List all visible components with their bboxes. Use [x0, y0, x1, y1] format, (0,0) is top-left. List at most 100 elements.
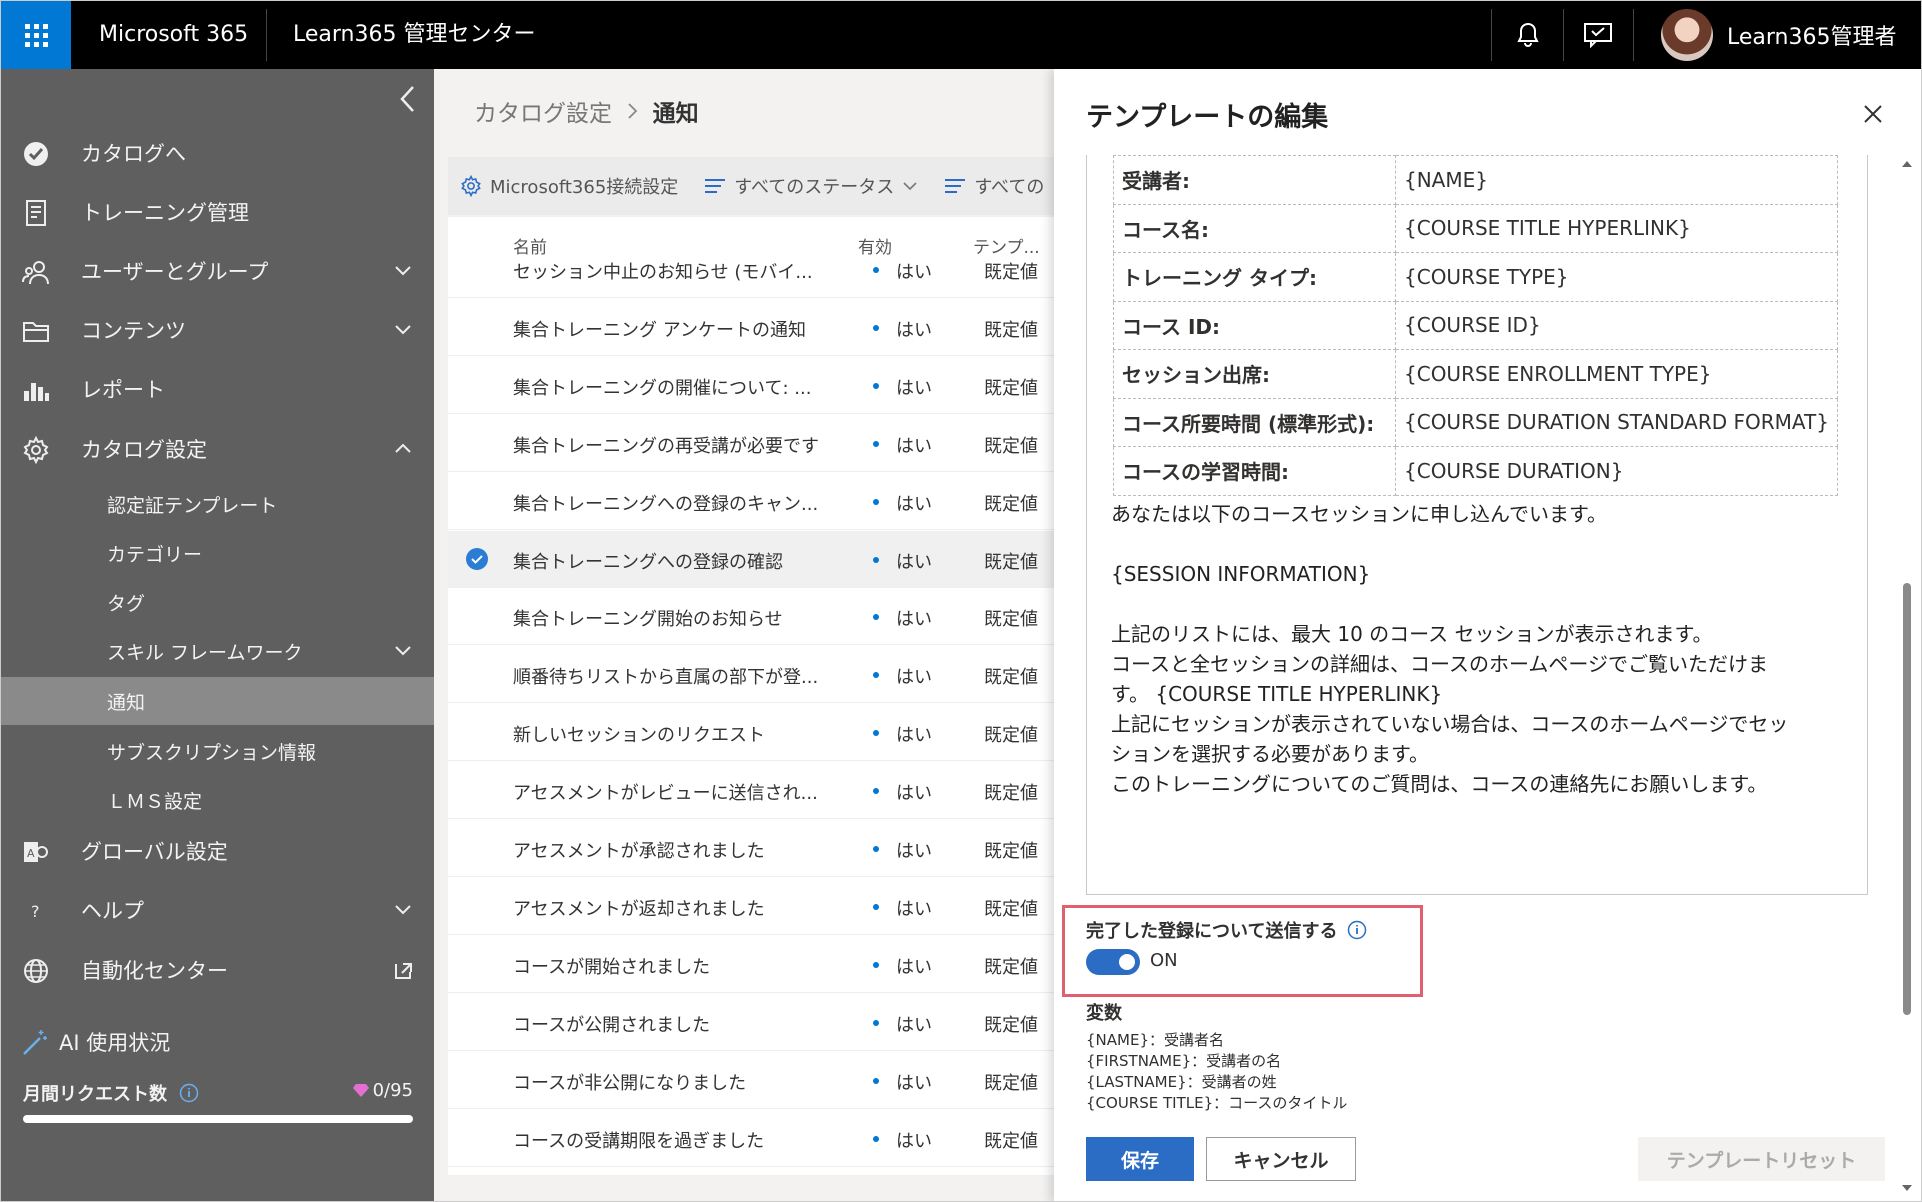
sidebar-sub-skill-framework[interactable]: スキル フレームワーク	[1, 627, 434, 675]
row-template: 既定値	[984, 667, 1038, 689]
table-row[interactable]: 集合トレーニングへの登録の確認 はい 既定値	[448, 530, 1054, 588]
info-table-row: 受講者: {NAME}	[1113, 155, 1838, 205]
info-icon[interactable]	[179, 1083, 199, 1103]
template-body-editor[interactable]: 受講者: {NAME} コース名: {COURSE TITLE HYPERLINK} ト…	[1086, 155, 1868, 895]
row-name[interactable]: コースの受講期限を過ぎました	[513, 1127, 833, 1153]
sidebar-item-contents[interactable]: コンテンツ	[1, 302, 434, 358]
info-table-row: セッション出席: {COURSE ENROLLMENT TYPE}	[1113, 349, 1838, 399]
list-toolbar: Microsoft365接続設定 すべてのステータス すべての	[448, 157, 1054, 215]
filter-lines-icon	[945, 179, 966, 193]
info-key: セッション出席:	[1113, 349, 1396, 399]
table-row[interactable]: アセスメントがレビューに送信され... はい 既定値	[448, 762, 1054, 820]
cancel-button[interactable]: キャンセル	[1206, 1137, 1356, 1181]
sidebar-sub-lms-settings[interactable]: ＬＭＳ設定	[1, 776, 434, 824]
template-edit-panel: テンプレートの編集 受講者: {NAME} コース名: {COURSE TITLE H…	[1054, 69, 1921, 1201]
panel-scrollbar[interactable]	[1900, 159, 1914, 1191]
sidebar-sub-label: サブスクリプション情報	[107, 741, 317, 764]
body-line: {SESSION INFORMATION}	[1111, 562, 1371, 586]
selected-check-icon[interactable]	[466, 547, 488, 570]
table-row[interactable]: 順番待ちリストから直属の部下が登... はい 既定値	[448, 646, 1054, 704]
sidebar-item-training[interactable]: トレーニング管理	[1, 184, 434, 240]
status-filter[interactable]: すべてのステータス	[704, 173, 918, 199]
row-template: 既定値	[984, 898, 1038, 920]
row-name[interactable]: コースが非公開になりました	[513, 1069, 833, 1095]
table-row[interactable]: コースが公開されました はい 既定値	[448, 994, 1054, 1051]
row-enabled: はい	[896, 1014, 932, 1036]
reset-template-button[interactable]: テンプレートリセット	[1638, 1137, 1885, 1181]
row-name[interactable]: アセスメントがレビューに送信され...	[513, 779, 833, 805]
row-template: 既定値	[984, 956, 1038, 978]
sidebar-item-label: グローバル設定	[81, 840, 228, 864]
row-name[interactable]: 集合トレーニングへの登録の確認	[513, 548, 833, 574]
collapse-sidebar-button[interactable]	[399, 85, 415, 120]
sidebar-item-users[interactable]: ユーザーとグループ	[1, 243, 434, 299]
row-name[interactable]: アセスメントが承認されました	[513, 837, 833, 863]
external-link-icon	[393, 956, 413, 988]
scroll-up-icon[interactable]	[1902, 159, 1912, 169]
template-body-text: あなたは以下のコースセッションに申し込んでいます。 {SESSION INFOR…	[1111, 499, 1861, 799]
sidebar-item-catalog[interactable]: カタログへ	[1, 125, 434, 181]
breadcrumb-parent[interactable]: カタログ設定	[474, 101, 612, 127]
table-row[interactable]: アセスメントが承認されました はい 既定値	[448, 820, 1054, 877]
row-name[interactable]: 新しいセッションのリクエスト	[513, 721, 833, 747]
scroll-down-icon[interactable]	[1902, 1183, 1912, 1193]
row-name[interactable]: コースが開始されました	[513, 953, 833, 979]
avatar	[1661, 9, 1713, 61]
status-dot	[873, 1135, 879, 1142]
send-on-complete-label: 完了した登録について送信する	[1086, 917, 1367, 943]
sidebar-item-reports[interactable]: レポート	[1, 361, 434, 417]
row-name[interactable]: 順番待ちリストから直属の部下が登...	[513, 663, 833, 689]
row-name[interactable]: 集合トレーニングの開催について: ...	[513, 374, 833, 400]
type-filter[interactable]: すべての	[944, 173, 1044, 199]
table-row[interactable]: 集合トレーニング開始のお知らせ はい 既定値	[448, 588, 1054, 646]
sidebar-sub-notifications[interactable]: 通知	[1, 677, 434, 725]
table-row[interactable]: コースが非公開になりました はい 既定値	[448, 1052, 1054, 1109]
row-name[interactable]: 集合トレーニングへの登録のキャン...	[513, 490, 833, 516]
table-row[interactable]: 新しいセッションのリクエスト はい 既定値	[448, 704, 1054, 762]
sidebar-sub-label: カテゴリー	[107, 543, 203, 566]
sidebar-item-automation[interactable]: 自動化センター	[1, 942, 434, 998]
app-name[interactable]: Learn365 管理センター	[293, 1, 535, 69]
feedback-button[interactable]	[1563, 1, 1633, 69]
sidebar-item-catalog-settings[interactable]: カタログ設定	[1, 421, 434, 477]
row-name[interactable]: 集合トレーニングの再受講が必要です	[513, 432, 833, 458]
row-name[interactable]: コースが公開されました	[513, 1011, 833, 1037]
row-name[interactable]: 集合トレーニング開始のお知らせ	[513, 605, 833, 631]
close-icon	[1864, 105, 1882, 123]
save-button[interactable]: 保存	[1086, 1137, 1194, 1181]
row-name[interactable]: 集合トレーニング アンケートの通知	[513, 316, 833, 342]
sidebar-sub-category[interactable]: カテゴリー	[1, 529, 434, 577]
info-icon[interactable]	[1347, 920, 1367, 940]
app-launcher-button[interactable]	[1, 1, 71, 69]
table-row[interactable]: セッション中止のお知らせ (モバイ... はい 既定値	[448, 241, 1054, 298]
table-row[interactable]: 集合トレーニング アンケートの通知 はい 既定値	[448, 299, 1054, 356]
scrollbar-thumb[interactable]	[1903, 583, 1911, 1015]
table-row[interactable]: アセスメントが返却されました はい 既定値	[448, 878, 1054, 935]
sidebar-item-help[interactable]: ? ヘルプ	[1, 882, 434, 938]
table-row[interactable]: コースが開始されました はい 既定値	[448, 936, 1054, 993]
sidebar-sub-certificate-template[interactable]: 認定証テンプレート	[1, 480, 434, 528]
sidebar-sub-tag[interactable]: タグ	[1, 578, 434, 626]
row-name[interactable]: アセスメントが返却されました	[513, 895, 833, 921]
send-on-complete-toggle[interactable]	[1086, 949, 1140, 975]
info-value: {COURSE DURATION}	[1395, 446, 1838, 496]
m365-connect-settings-button[interactable]: Microsoft365接続設定	[460, 173, 678, 199]
sidebar-sub-subscription[interactable]: サブスクリプション情報	[1, 727, 434, 775]
bar-chart-icon	[21, 375, 51, 405]
course-info-table: 受講者: {NAME} コース名: {COURSE TITLE HYPERLINK} ト…	[1113, 155, 1838, 496]
notifications-button[interactable]	[1493, 1, 1563, 69]
info-table-row: コース所要時間 (標準形式): {COURSE DURATION STANDARD…	[1113, 397, 1838, 447]
body-line: このトレーニングについてのご質問は、コースの連絡先にお願いします。	[1111, 772, 1768, 796]
table-row[interactable]: 集合トレーニングへの登録のキャン... はい 既定値	[448, 473, 1054, 530]
sidebar-item-global-settings[interactable]: A グローバル設定	[1, 823, 434, 879]
suite-name[interactable]: Microsoft 365	[99, 1, 248, 69]
row-template: 既定値	[984, 262, 1038, 283]
table-row[interactable]: 集合トレーニングの再受講が必要です はい 既定値	[448, 415, 1054, 472]
user-menu[interactable]: Learn365管理者	[1661, 1, 1896, 69]
table-row[interactable]: 集合トレーニングの開催について: ... はい 既定値	[448, 357, 1054, 414]
close-panel-button[interactable]	[1862, 103, 1884, 129]
row-template: 既定値	[984, 493, 1038, 515]
table-row[interactable]: コースの受講期限を過ぎました はい 既定値	[448, 1110, 1054, 1167]
info-table-row: コースの学習時間: {COURSE DURATION}	[1113, 446, 1838, 496]
row-name[interactable]: セッション中止のお知らせ (モバイ...	[513, 258, 833, 284]
